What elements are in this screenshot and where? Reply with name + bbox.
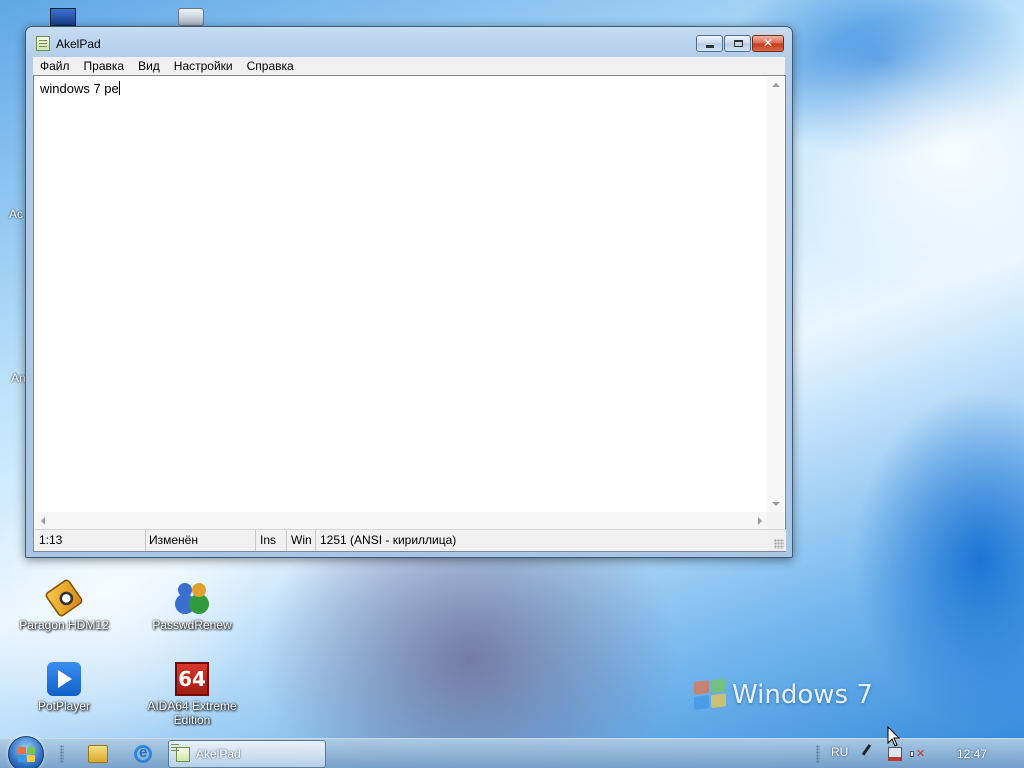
maximize-icon: [734, 40, 743, 47]
toolbar-grip[interactable]: [60, 745, 64, 763]
scroll-down-arrow-icon[interactable]: [772, 502, 780, 506]
menu-edit[interactable]: Правка: [77, 57, 132, 75]
akelpad-app-icon: [176, 746, 190, 762]
scroll-right-arrow-icon[interactable]: [758, 517, 762, 525]
menu-file[interactable]: Файл: [33, 57, 77, 75]
status-insert-mode[interactable]: Ins: [256, 530, 287, 551]
desktop-icon-label: Paragon HDM12: [19, 618, 109, 632]
status-cursor-position: 1:13: [35, 530, 146, 551]
toolbar-grip[interactable]: [816, 745, 820, 763]
desktop-icon-aida64[interactable]: 64 AIDA64 Extreme Edition: [137, 662, 247, 727]
mouse-cursor-icon: [887, 726, 901, 747]
language-indicator[interactable]: RU: [831, 745, 848, 759]
taskbar-button-label: AkelPad: [196, 747, 241, 761]
clock[interactable]: 12:47: [957, 747, 987, 761]
akelpad-window: AkelPad ✕ Файл Правка Вид Настройки Спра…: [25, 26, 793, 558]
akelpad-app-icon[interactable]: [36, 36, 50, 51]
computer-icon[interactable]: [50, 8, 76, 26]
windows-logo-icon: [27, 755, 35, 762]
pen-icon[interactable]: [861, 744, 881, 762]
windows-logo-icon: [27, 747, 35, 754]
caption-buttons: ✕: [696, 35, 784, 52]
windows-watermark: Windows 7: [694, 678, 873, 712]
scrollbar-corner: [767, 512, 784, 529]
windows-logo-icon: [18, 755, 26, 762]
internet-explorer-icon[interactable]: [134, 744, 152, 763]
horizontal-scrollbar[interactable]: [35, 512, 768, 529]
start-button[interactable]: [8, 736, 44, 768]
editor-text: windows 7 pe: [40, 81, 119, 96]
aida64-icon: 64: [175, 662, 209, 696]
close-icon: ✕: [762, 36, 774, 50]
explorer-icon[interactable]: [88, 745, 108, 763]
scroll-left-arrow-icon[interactable]: [41, 517, 45, 525]
text-caret: [118, 81, 120, 95]
taskbar: AkelPad RU ✕ 12:47: [0, 736, 1024, 768]
status-newline[interactable]: Win: [287, 530, 316, 551]
minimize-icon: [706, 45, 714, 48]
taskbar-button-akelpad[interactable]: AkelPad: [168, 740, 326, 768]
desktop-icon-paragon[interactable]: Paragon HDM12: [9, 577, 119, 632]
desktop-icon-label-partial[interactable]: An: [11, 371, 26, 385]
vertical-scrollbar[interactable]: [767, 77, 784, 512]
recycle-bin-icon[interactable]: [178, 8, 204, 26]
text-editor[interactable]: windows 7 pe: [35, 77, 768, 512]
minimize-button[interactable]: [696, 35, 723, 52]
menu-view[interactable]: Вид: [131, 57, 167, 75]
volume-muted-icon[interactable]: ✕: [910, 747, 925, 761]
menu-settings[interactable]: Настройки: [167, 57, 240, 75]
users-icon: [175, 581, 209, 615]
editor-frame: windows 7 pe 1:13 Изменён Ins Win 1251 (…: [33, 75, 786, 552]
desktop-icon-label: AIDA64 Extreme Edition: [147, 699, 237, 727]
windows-logo-icon: [18, 747, 26, 754]
resize-grip-icon[interactable]: [774, 539, 784, 549]
close-button[interactable]: ✕: [752, 35, 784, 52]
potplayer-icon: [47, 662, 81, 696]
desktop-icon-passwdrenew[interactable]: PasswdRenew: [137, 581, 247, 632]
menu-bar: Файл Правка Вид Настройки Справка: [33, 57, 785, 75]
network-error-icon[interactable]: [888, 747, 902, 761]
title-bar[interactable]: AkelPad ✕: [26, 27, 792, 57]
scroll-up-arrow-icon[interactable]: [772, 83, 780, 87]
desktop-icon-potplayer[interactable]: PotPlayer: [9, 662, 119, 713]
desktop-icon-label: PasswdRenew: [152, 618, 232, 632]
status-codepage[interactable]: 1251 (ANSI - кириллица): [316, 530, 460, 551]
menu-help[interactable]: Справка: [240, 57, 301, 75]
paragon-hdm-icon: [43, 577, 85, 619]
status-modified: Изменён: [146, 530, 256, 551]
desktop-icon-label: PotPlayer: [37, 699, 91, 713]
status-bar: 1:13 Изменён Ins Win 1251 (ANSI - кирилл…: [35, 529, 786, 551]
window-title: AkelPad: [56, 37, 101, 51]
windows-logo-icon: [694, 678, 728, 712]
watermark-text: Windows 7: [732, 680, 873, 710]
maximize-button[interactable]: [724, 35, 751, 52]
desktop-icon-label-partial[interactable]: Ac: [9, 207, 23, 221]
